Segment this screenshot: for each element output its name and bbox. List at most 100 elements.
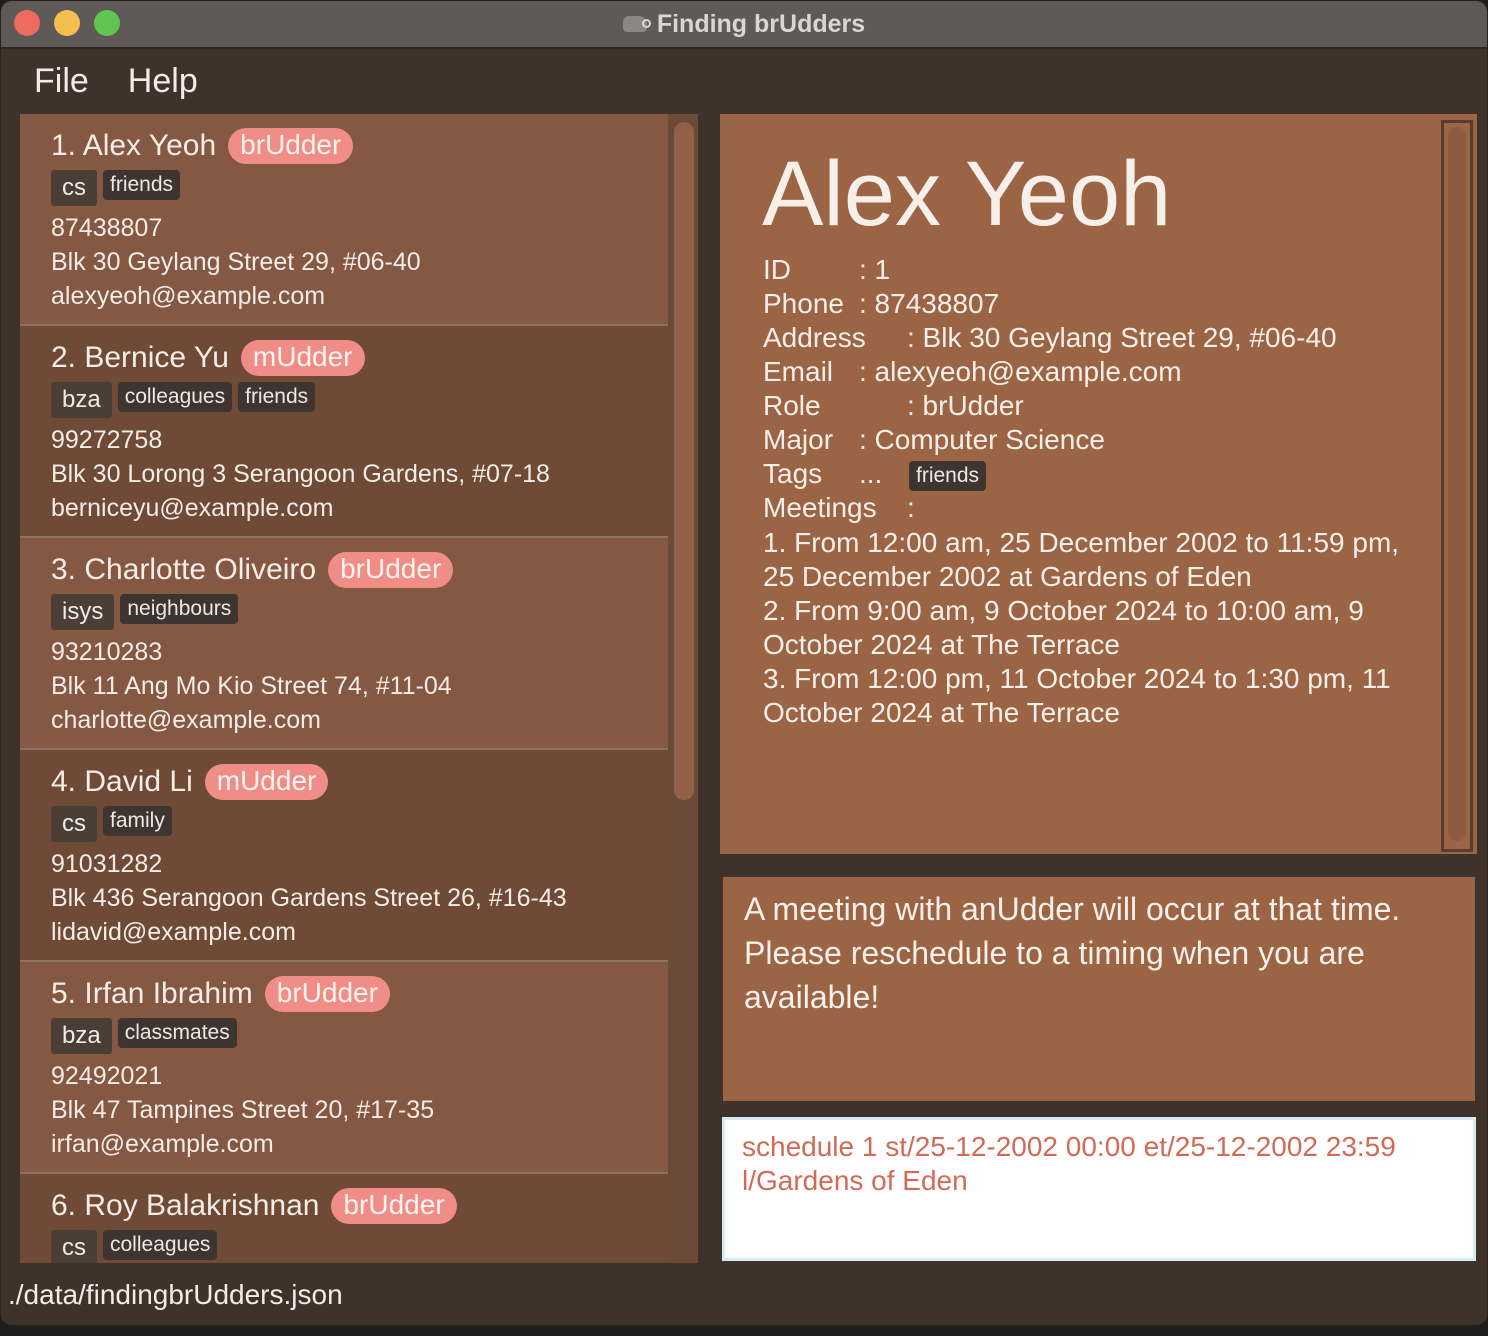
detail-label: Role — [763, 390, 821, 421]
role-badge: mUdder — [204, 764, 329, 800]
detail-label: ID — [763, 254, 791, 285]
tag: classmates — [117, 1018, 237, 1048]
tag-row: bza colleagues friends — [51, 382, 321, 418]
major-tag: bza — [51, 382, 112, 418]
command-input-text[interactable]: schedule 1 st/25-12-2002 00:00 et/25-12-… — [742, 1130, 1462, 1198]
person-phone: 99272758 — [51, 426, 163, 454]
detail-value: : 1 — [859, 254, 891, 285]
person-phone: 92492021 — [51, 1062, 163, 1090]
person-email: lidavid@example.com — [51, 918, 296, 946]
tag-row: cs colleagues — [51, 1230, 223, 1263]
major-tag: bza — [51, 1018, 112, 1054]
detail-scrollbar-thumb[interactable] — [1448, 127, 1466, 841]
person-email: berniceyu@example.com — [51, 494, 334, 522]
person-card[interactable]: 1. Alex Yeoh brUdder cs friends 87438807… — [20, 114, 668, 326]
title-bar: Finding brUdders — [1, 1, 1487, 49]
result-display: A meeting with anUdder will occur at tha… — [723, 877, 1475, 1101]
detail-row-address: Address : Blk 30 Geylang Street 29, #06-4… — [763, 322, 1337, 354]
detail-row-major: Major : Computer Science — [763, 424, 1105, 456]
role-badge: mUdder — [240, 340, 365, 376]
menu-bar: File Help — [1, 49, 204, 113]
major-tag: cs — [51, 806, 97, 842]
person-name-row: 2. Bernice Yu mUdder — [51, 340, 365, 376]
detail-tags-separator: ... — [859, 458, 883, 489]
detail-row-id: ID : 1 — [763, 254, 890, 286]
person-card[interactable]: 6. Roy Balakrishnan brUdder cs colleague… — [20, 1174, 668, 1263]
person-address: Blk 436 Serangoon Gardens Street 26, #16… — [51, 884, 567, 912]
person-name-row: 1. Alex Yeoh brUdder — [51, 128, 354, 164]
detail-row-email: Email : alexyeoh@example.com — [763, 356, 1182, 388]
detail-row-phone: Phone : 87438807 — [763, 288, 999, 320]
tag: neighbours — [120, 594, 239, 624]
detail-value: : brUdder — [907, 390, 1024, 421]
tag-row: bza classmates — [51, 1018, 243, 1054]
meeting-item: 3. From 12:00 pm, 11 October 2024 to 1:3… — [763, 663, 1391, 728]
meeting-item: 2. From 9:00 am, 9 October 2024 to 10:00… — [763, 595, 1364, 660]
person-address: Blk 30 Lorong 3 Serangoon Gardens, #07-1… — [51, 460, 550, 488]
tag-row: isys neighbours — [51, 594, 244, 630]
meeting-item: 1. From 12:00 am, 25 December 2002 to 11… — [763, 527, 1400, 592]
major-tag: cs — [51, 170, 97, 206]
window-title-group: Finding brUdders — [1, 1, 1487, 47]
person-name-row: 5. Irfan Ibrahim brUdder — [51, 976, 390, 1012]
tag: family — [103, 806, 172, 836]
tag: friends — [103, 170, 181, 200]
person-list-scrollbar[interactable] — [674, 122, 694, 800]
role-badge: brUdder — [331, 1188, 457, 1224]
detail-label: Major — [763, 424, 834, 455]
menu-help[interactable]: Help — [128, 62, 198, 101]
person-card[interactable]: 4. David Li mUdder cs family 91031282 Bl… — [20, 750, 668, 962]
person-name: 1. Alex Yeoh — [51, 129, 217, 162]
menu-file[interactable]: File — [34, 62, 89, 101]
detail-label: Tags — [763, 458, 823, 489]
detail-name: Alex Yeoh — [762, 143, 1172, 245]
tag-row: cs friends — [51, 170, 186, 206]
role-badge: brUdder — [264, 976, 390, 1012]
detail-label: Address — [763, 322, 866, 353]
detail-label: Email — [763, 356, 834, 387]
detail-value: : Blk 30 Geylang Street 29, #06-40 — [907, 322, 1337, 353]
person-name-row: 6. Roy Balakrishnan brUdder — [51, 1188, 457, 1224]
major-tag: isys — [51, 594, 115, 630]
detail-row-meetings: Meetings: — [763, 492, 915, 524]
role-badge: brUdder — [228, 128, 354, 164]
person-card[interactable]: 3. Charlotte Oliveiro brUdder isys neigh… — [20, 538, 668, 750]
person-detail-panel: Alex Yeoh ID : 1 Phone : 87438807 Address:… — [720, 114, 1477, 854]
person-name: 2. Bernice Yu — [51, 341, 229, 374]
tag: friends — [238, 382, 316, 412]
detail-label: Phone — [763, 288, 844, 319]
tag: colleagues — [103, 1230, 218, 1260]
person-name: 6. Roy Balakrishnan — [51, 1189, 320, 1222]
save-file-path: ./data/findingbrUdders.json — [8, 1279, 343, 1310]
role-badge: brUdder — [328, 552, 454, 588]
person-address: Blk 30 Geylang Street 29, #06-40 — [51, 248, 421, 276]
person-name-row: 4. David Li mUdder — [51, 764, 329, 800]
person-name: 5. Irfan Ibrahim — [51, 977, 253, 1010]
detail-label: Meetings — [763, 492, 877, 523]
detail-row-role: Role : brUdder — [763, 390, 1024, 422]
command-input[interactable]: schedule 1 st/25-12-2002 00:00 et/25-12-… — [722, 1117, 1476, 1261]
detail-meetings-separator: : — [907, 492, 915, 523]
person-address: Blk 47 Tampines Street 20, #17-35 — [51, 1096, 435, 1124]
major-tag: cs — [51, 1230, 97, 1263]
result-message: A meeting with anUdder will occur at tha… — [744, 891, 1401, 1015]
person-card[interactable]: 2. Bernice Yu mUdder bza colleagues frie… — [20, 326, 668, 538]
tag-row: cs family — [51, 806, 178, 842]
cow-magnifier-icon — [622, 16, 651, 32]
detail-value: : 87438807 — [859, 288, 1000, 319]
person-email: charlotte@example.com — [51, 706, 321, 734]
app-window: Finding brUdders File Help 1. Alex Yeoh … — [0, 0, 1488, 1326]
detail-value: : alexyeoh@example.com — [859, 356, 1182, 387]
person-name: 3. Charlotte Oliveiro — [51, 553, 317, 586]
person-list-panel[interactable]: 1. Alex Yeoh brUdder cs friends 87438807… — [20, 114, 698, 1263]
person-name-row: 3. Charlotte Oliveiro brUdder — [51, 552, 454, 588]
detail-value: : Computer Science — [859, 424, 1105, 455]
person-address: Blk 11 Ang Mo Kio Street 74, #11-04 — [51, 672, 452, 700]
person-phone: 93210283 — [51, 638, 163, 666]
person-phone: 91031282 — [51, 850, 163, 878]
person-phone: 87438807 — [51, 214, 163, 242]
window-title: Finding brUdders — [656, 9, 866, 38]
person-card[interactable]: 5. Irfan Ibrahim brUdder bza classmates … — [20, 962, 668, 1174]
detail-row-tags: Tags... friends — [763, 458, 987, 491]
detail-tag: friends — [909, 460, 987, 491]
